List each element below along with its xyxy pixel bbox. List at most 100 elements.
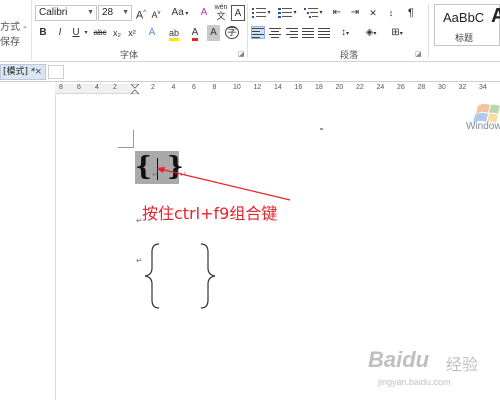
paragraph-mark: ↵ <box>136 216 143 225</box>
style-sample: AaBbC <box>443 10 485 25</box>
strikethrough-button[interactable]: abc <box>92 25 108 41</box>
paragraph-group-label: 段落 <box>340 51 359 61</box>
ruler-tick-label: 30 <box>438 84 446 91</box>
indent-marker-icon[interactable] <box>131 84 139 94</box>
document-tab[interactable]: [模式] * × <box>0 64 46 80</box>
ruler-tick-label: 34 <box>479 84 487 91</box>
show-paragraph-marks-button[interactable]: ¶ <box>404 5 418 21</box>
ruler-tick-label: 22 <box>356 84 364 91</box>
character-shading-button[interactable]: A <box>207 25 220 41</box>
ruler-tick-label: 6 <box>77 84 81 91</box>
subscript-button[interactable]: x₂ <box>111 25 123 41</box>
ruler-tick-label: 2 <box>113 84 117 91</box>
align-right-icon[interactable] <box>286 27 298 38</box>
borders-button[interactable]: ⊞▾ <box>388 25 406 41</box>
ruler-tick-label: 26 <box>397 84 405 91</box>
underline-dropdown[interactable]: ▾ <box>82 25 90 41</box>
align-center-icon[interactable] <box>269 27 281 38</box>
paragraph-dialog-launcher-icon[interactable]: ◪ <box>415 50 422 58</box>
ruler-tick-label: 10 <box>233 84 241 91</box>
annotation-text: 按住ctrl+f9组合键 <box>142 204 278 223</box>
numbering-icon[interactable] <box>278 7 292 19</box>
justify-icon[interactable] <box>302 27 314 38</box>
chinese-layout-button[interactable]: ✕ <box>366 5 380 21</box>
close-icon[interactable]: × <box>34 65 42 79</box>
line-spacing-button[interactable]: ↕▾ <box>336 25 354 41</box>
font-name-dropdown[interactable]: Calibri ▼ <box>35 5 97 21</box>
font-color-button[interactable]: A <box>187 25 203 41</box>
document-tab-label: [模式] * <box>3 67 36 77</box>
multilevel-list-icon[interactable] <box>304 7 318 19</box>
phonetic-guide-button[interactable]: wén 文 <box>213 3 229 21</box>
ruler-tick-label: 4 <box>95 84 99 91</box>
large-braces-graphic <box>144 243 216 309</box>
group-separator <box>247 4 248 58</box>
align-left-icon[interactable] <box>251 26 265 39</box>
enclose-characters-button[interactable]: 字 <box>224 25 240 41</box>
highlighter-icon: ab <box>168 28 179 41</box>
ruler-tick-label: 28 <box>417 84 426 91</box>
paragraph-mark: ↵ <box>136 256 143 265</box>
increase-indent-button[interactable]: ⇥ <box>348 5 362 21</box>
shrink-font-button[interactable]: Av <box>150 5 162 21</box>
multilevel-dropdown[interactable]: ▾ <box>318 5 324 21</box>
style-gallery-item-title[interactable]: AaBbC A 标题 <box>434 4 500 46</box>
italic-button[interactable]: I <box>54 25 66 41</box>
ruler-tick-label: 4 <box>171 84 176 91</box>
ruler-tick-label: 32 <box>458 84 467 91</box>
baidu-watermark: Baidu 经验 jingyan.baidu.com <box>360 345 500 400</box>
style-name: 标题 <box>455 34 474 44</box>
save-label[interactable]: 保存 <box>0 33 20 48</box>
underline-button[interactable]: U <box>70 25 82 41</box>
bullets-dropdown[interactable]: ▾ <box>266 5 272 21</box>
watermark-cn: 经验 <box>446 357 479 374</box>
font-name-value: Calibri <box>39 7 68 18</box>
font-group-label: 字体 <box>120 51 139 61</box>
horizontal-ruler[interactable]: 8 6 4 2 2 4 6 8 10 12 14 16 18 20 22 24 26 28 30 32 34 <box>55 84 500 94</box>
margin-corner-mark <box>133 130 134 148</box>
ruler-tick-label: 14 <box>274 84 282 91</box>
font-color-icon: A <box>191 27 199 41</box>
ruler-tick-label: 16 <box>294 84 303 91</box>
font-size-dropdown[interactable]: 28 ▼ <box>98 5 132 21</box>
format-painter-label[interactable]: 方式 - <box>0 18 27 33</box>
bullets-icon[interactable] <box>252 7 266 19</box>
ruler-tick-label: 24 <box>376 84 385 91</box>
font-size-value: 28 <box>102 7 114 18</box>
grow-font-button[interactable]: A^ <box>135 5 147 22</box>
style-sample-big: A <box>491 5 500 27</box>
chevron-down-icon: ▼ <box>87 9 94 16</box>
clear-formatting-button[interactable]: A <box>197 5 211 21</box>
ruler-tick-label: 8 <box>212 84 217 91</box>
sort-button[interactable]: ↕ <box>384 5 398 21</box>
group-separator <box>428 4 429 58</box>
ruler-tick-label: 8 <box>59 84 63 91</box>
change-case-button[interactable]: Aa ▾ <box>169 5 191 21</box>
enclose-icon: 字 <box>225 26 239 39</box>
watermark-brand: Baidu <box>368 347 430 372</box>
character-border-button[interactable]: A <box>231 5 245 21</box>
new-tab-button[interactable] <box>48 65 64 79</box>
decrease-indent-button[interactable]: ⇤ <box>330 5 344 21</box>
distributed-icon[interactable] <box>318 27 330 38</box>
text-effects-icon: A <box>148 27 156 38</box>
annotation-arrow-icon <box>156 167 291 201</box>
highlight-button[interactable]: ab <box>165 25 183 41</box>
superscript-button[interactable]: x² <box>126 25 138 41</box>
shading-button[interactable]: ◈▾ <box>362 25 380 41</box>
text-effects-button[interactable]: A <box>145 25 159 41</box>
ruler-tick-label: 12 <box>253 84 262 91</box>
numbering-dropdown[interactable]: ▾ <box>292 5 298 21</box>
clipboard-group-cut-off: 方式 - 保存 <box>0 0 32 62</box>
margin-dot <box>320 128 323 130</box>
watermark-url: jingyan.baidu.com <box>378 377 451 387</box>
margin-corner-mark <box>118 147 134 148</box>
ruler-tick-label: 2 <box>151 84 155 91</box>
ruler-tick-label: 18 <box>315 84 323 91</box>
font-dialog-launcher-icon[interactable]: ◪ <box>238 50 245 58</box>
clear-format-icon: A <box>200 7 208 18</box>
ruler-tick-label: 20 <box>335 84 344 91</box>
bold-button[interactable]: B <box>37 25 49 41</box>
ruler-tick-label: 6 <box>192 84 196 91</box>
windows-logo-text: Window <box>466 121 500 132</box>
